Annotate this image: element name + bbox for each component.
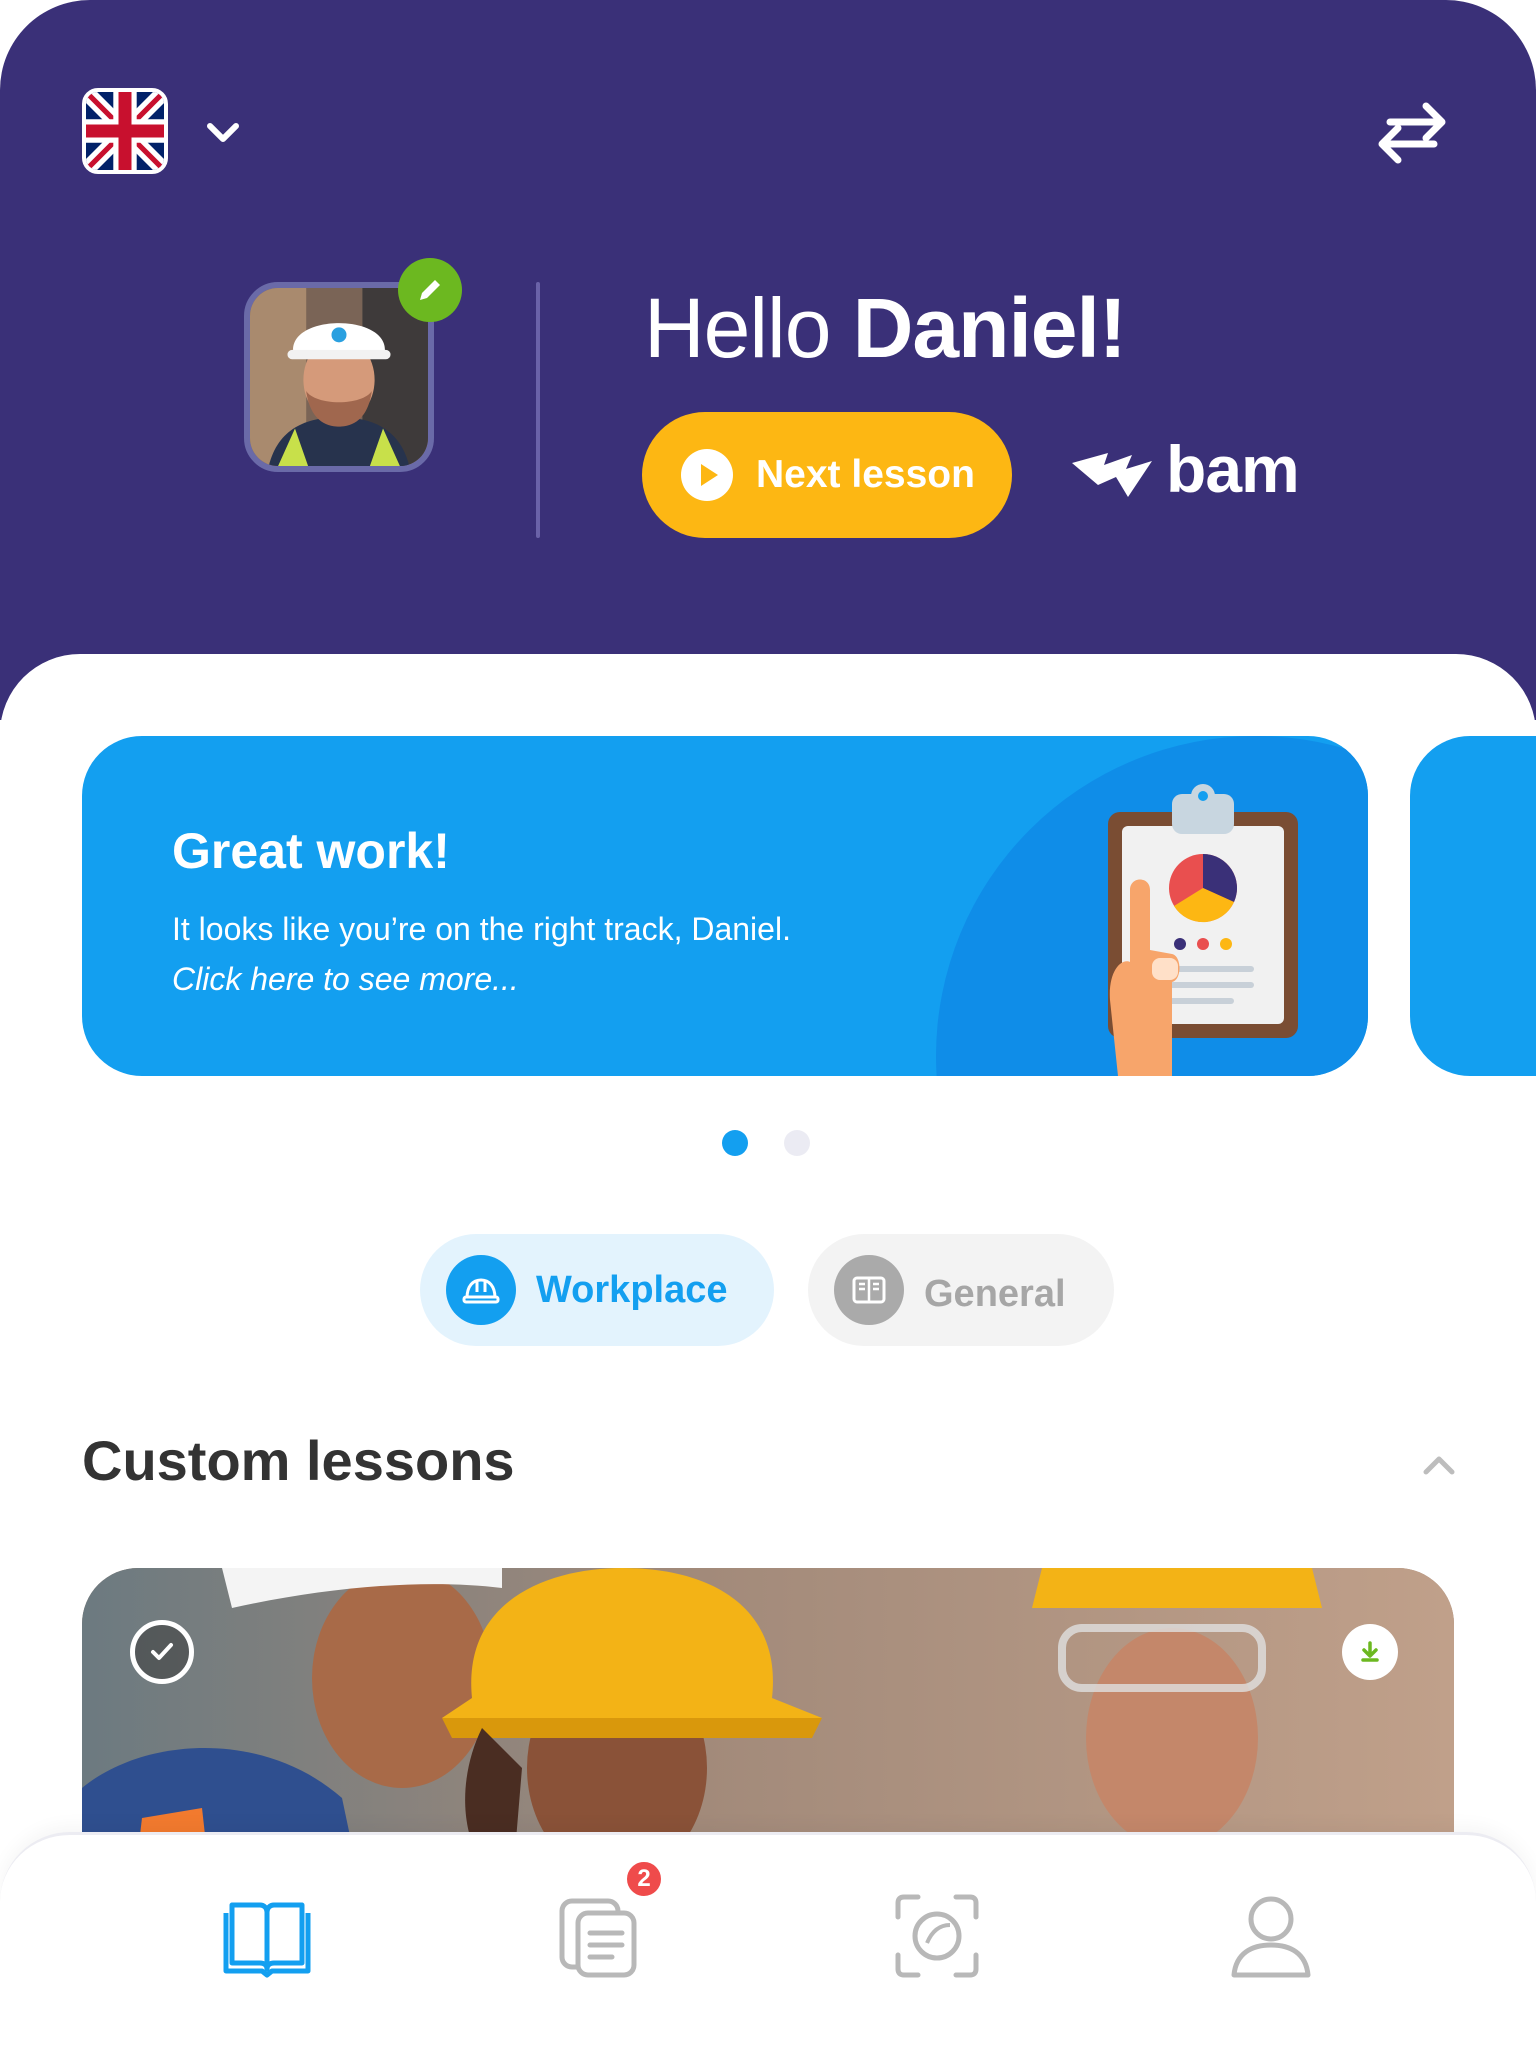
notes-icon	[559, 1898, 637, 1978]
lessons-book-icon	[223, 1902, 311, 1978]
completed-check-icon	[130, 1620, 194, 1684]
nav-scan[interactable]	[892, 1891, 982, 1981]
user-name: Daniel!	[852, 281, 1127, 375]
book-icon	[834, 1255, 904, 1325]
nav-notes[interactable]: 2	[556, 1859, 664, 1981]
play-icon	[681, 449, 733, 501]
banner-link[interactable]: Click here to see more...	[172, 961, 519, 997]
tab-workplace-label: Workplace	[536, 1268, 728, 1311]
profile-icon	[1231, 1896, 1311, 1978]
next-banner-card[interactable]	[1410, 736, 1536, 1076]
tab-general-label: General	[924, 1272, 1066, 1315]
swap-arrows-icon[interactable]	[1370, 88, 1454, 172]
chevron-up-icon[interactable]	[1420, 1446, 1458, 1484]
download-icon[interactable]	[1342, 1624, 1398, 1680]
banner-text: It looks like you’re on the right track,…	[172, 904, 812, 1004]
banner-title: Great work!	[172, 823, 450, 879]
divider	[536, 282, 540, 538]
notification-badge: 2	[624, 1859, 664, 1899]
clipboard-chart-illustration	[1108, 784, 1298, 1076]
bam-mark-icon	[1072, 453, 1152, 497]
next-lesson-label: Next lesson	[756, 453, 975, 496]
nav-lessons[interactable]	[222, 1891, 312, 1981]
scan-icon	[895, 1894, 979, 1978]
bam-logo: bam	[1068, 432, 1300, 506]
greeting: Hello Daniel!	[644, 280, 1127, 376]
great-work-banner[interactable]: Great work! It looks like you’re on the …	[82, 736, 1368, 1076]
next-lesson-button[interactable]: Next lesson	[642, 412, 1012, 538]
nav-profile[interactable]	[1226, 1891, 1316, 1981]
banner-body: It looks like you’re on the right track,…	[172, 911, 791, 947]
hard-hat-icon	[446, 1255, 516, 1325]
edit-pencil-icon[interactable]	[398, 258, 462, 322]
section-title: Custom lessons	[82, 1429, 515, 1492]
tab-general[interactable]: General	[808, 1234, 1114, 1346]
chevron-down-icon[interactable]	[200, 112, 246, 152]
brand-text: bam	[1166, 432, 1300, 506]
tab-workplace[interactable]: Workplace	[420, 1234, 774, 1346]
carousel-dots	[722, 1130, 810, 1156]
header: Hello Daniel! Next lesson bam	[0, 0, 1536, 720]
carousel-dot-1[interactable]	[722, 1130, 748, 1156]
uk-flag-icon[interactable]	[82, 88, 168, 174]
greeting-prefix: Hello	[644, 281, 853, 375]
carousel-dot-2[interactable]	[784, 1130, 810, 1156]
bottom-nav: 2	[0, 1832, 1536, 2048]
avatar[interactable]	[244, 258, 462, 472]
